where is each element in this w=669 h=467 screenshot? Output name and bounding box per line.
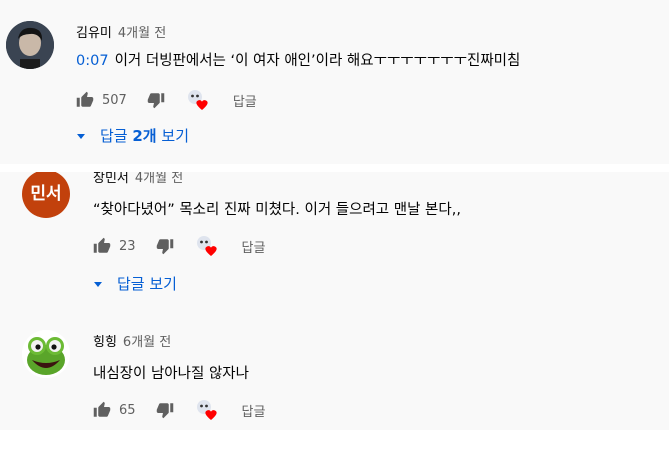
like-count: 65 bbox=[119, 402, 136, 418]
like-count: 507 bbox=[102, 92, 127, 108]
view-replies-button[interactable]: 답글 2개 보기 bbox=[76, 125, 189, 146]
author-name[interactable]: 힝힝 bbox=[93, 335, 117, 350]
comment-actions: 65 답글 bbox=[93, 399, 265, 421]
thumbs-down-icon[interactable] bbox=[156, 401, 174, 419]
avatar-photo bbox=[6, 21, 54, 69]
comment-body: 내심장이 남아나질 않자나 bbox=[93, 366, 249, 382]
comment-list: 민서 장민서 4개월 전 “찾아다녔어” 목소리 진짜 미쳤다. 이거 들으려고 … bbox=[0, 172, 669, 430]
creator-heart-icon bbox=[196, 235, 218, 257]
caret-down-icon bbox=[77, 133, 85, 139]
comment-author-line: 장민서 4개월 전 bbox=[93, 172, 183, 186]
comment-thread-1: 김유미 4개월 전 0:07 이거 더빙판에서는 ‘이 여자 애인’이라 해요ㅜㅜㅜ… bbox=[0, 0, 669, 164]
avatar-initials: 민서 bbox=[30, 184, 62, 204]
timestamp-link[interactable]: 0:07 bbox=[76, 53, 109, 69]
caret-down-icon bbox=[94, 281, 102, 287]
comment-time[interactable]: 6개월 전 bbox=[123, 335, 171, 350]
thumbs-down-icon[interactable] bbox=[156, 237, 174, 255]
comment-actions: 23 답글 bbox=[93, 235, 265, 257]
creator-heart-icon bbox=[187, 89, 209, 111]
avatar[interactable] bbox=[6, 21, 54, 69]
reply-button[interactable]: 답글 bbox=[242, 401, 266, 420]
reply-button[interactable]: 답글 bbox=[233, 91, 257, 110]
comment-actions: 507 답글 bbox=[76, 89, 257, 111]
avatar[interactable]: 민서 bbox=[22, 172, 70, 218]
view-replies-button[interactable]: 답글 보기 bbox=[93, 273, 177, 294]
like-count: 23 bbox=[119, 238, 136, 254]
thumbs-up-icon[interactable] bbox=[93, 401, 111, 419]
comment-body: “찾아다녔어” 목소리 진짜 미쳤다. 이거 들으려고 맨날 본다,, bbox=[93, 202, 461, 218]
view-replies-count: 2개 bbox=[132, 127, 157, 145]
comment-body: 이거 더빙판에서는 ‘이 여자 애인’이라 해요ㅜㅜㅜㅜㅜㅜㅜ진짜미침 bbox=[114, 53, 521, 69]
thumbs-down-icon[interactable] bbox=[147, 91, 165, 109]
view-replies-suffix: 보기 bbox=[156, 127, 189, 145]
reply-button[interactable]: 답글 bbox=[242, 237, 266, 256]
thumbs-up-icon[interactable] bbox=[93, 237, 111, 255]
comment-time[interactable]: 4개월 전 bbox=[135, 172, 183, 186]
author-name[interactable]: 김유미 bbox=[76, 26, 112, 41]
author-name[interactable]: 장민서 bbox=[93, 172, 129, 186]
creator-heart-icon bbox=[196, 399, 218, 421]
thumbs-up-icon[interactable] bbox=[76, 91, 94, 109]
comment-author-line: 김유미 4개월 전 bbox=[76, 22, 166, 41]
comment-author-line: 힝힝 6개월 전 bbox=[93, 331, 171, 350]
kermit-avatar-image bbox=[22, 330, 70, 378]
view-replies-label: 답글 보기 bbox=[117, 275, 177, 293]
comment-text: 0:07 이거 더빙판에서는 ‘이 여자 애인’이라 해요ㅜㅜㅜㅜㅜㅜㅜ진짜미침 bbox=[76, 49, 520, 70]
comment-time[interactable]: 4개월 전 bbox=[118, 26, 166, 41]
avatar[interactable] bbox=[22, 330, 70, 378]
view-replies-prefix: 답글 bbox=[100, 127, 133, 145]
